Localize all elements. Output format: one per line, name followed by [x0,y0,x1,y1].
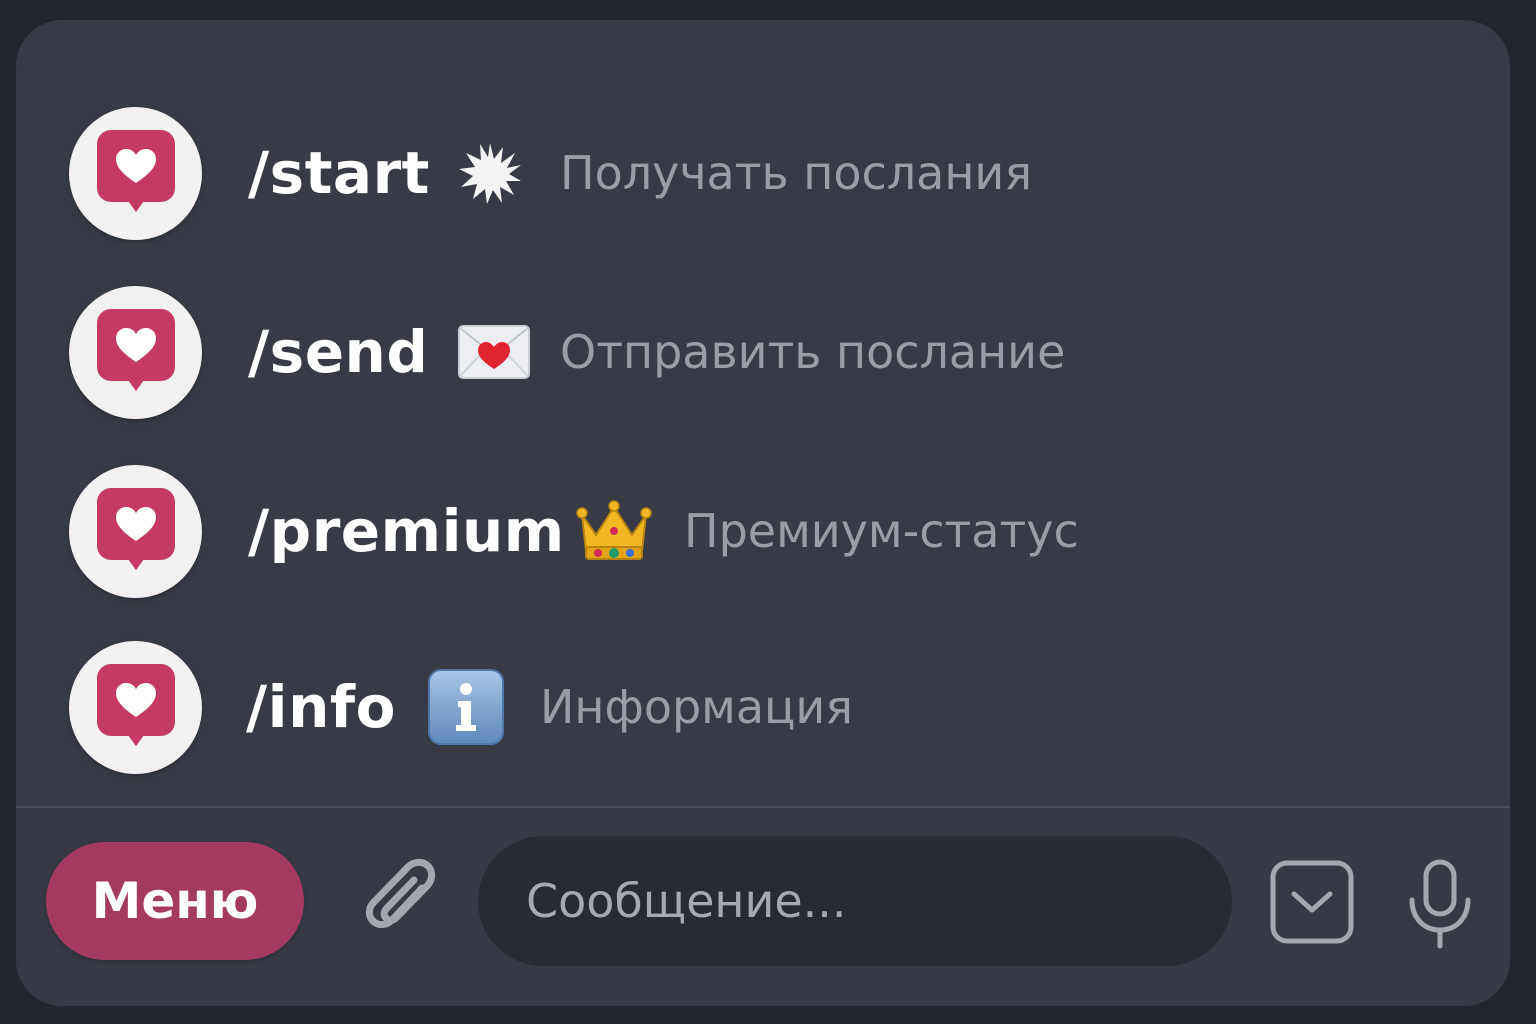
love-letter-icon [456,314,532,390]
heart-speech-bubble-icon [96,488,175,570]
bot-avatar [69,285,202,419]
command-list: /start Получать послания /send Отправить… [16,20,1510,806]
command-item-start[interactable]: /start Получать послания [16,103,1510,243]
attach-button[interactable] [354,853,454,953]
sparkle-burst-icon [452,135,528,211]
message-input[interactable] [478,836,1232,966]
command-description: Отправить послание [560,325,1066,379]
menu-button[interactable]: Меню [46,842,304,960]
crown-icon [576,493,652,569]
command-name: /start [248,139,430,207]
command-name: /info [246,673,396,741]
command-description: Получать послания [560,146,1032,200]
voice-message-button[interactable] [1398,856,1482,952]
bot-avatar [69,106,202,240]
paperclip-icon [365,858,436,929]
heart-speech-bubble-icon [96,130,175,212]
command-item-info[interactable]: /info Информация [16,637,1510,777]
bot-avatar [69,640,202,774]
heart-speech-bubble-icon [96,309,175,391]
bot-avatar [69,464,202,598]
heart-speech-bubble-icon [96,664,175,746]
microphone-icon [1409,859,1471,949]
commands-toggle-button[interactable] [1270,860,1354,944]
bot-command-panel: /start Получать послания /send Отправить… [16,20,1510,1006]
message-compose-bar: Меню [16,808,1510,1006]
command-name: /premium [248,497,565,565]
command-name: /send [248,318,429,386]
command-item-send[interactable]: /send Отправить послание [16,282,1510,422]
information-icon [428,669,504,745]
chevron-down-square-icon [1270,860,1354,944]
command-description: Информация [540,680,853,734]
command-description: Премиум-статус [684,504,1079,558]
command-item-premium[interactable]: /premium Премиум-статус [16,461,1510,601]
